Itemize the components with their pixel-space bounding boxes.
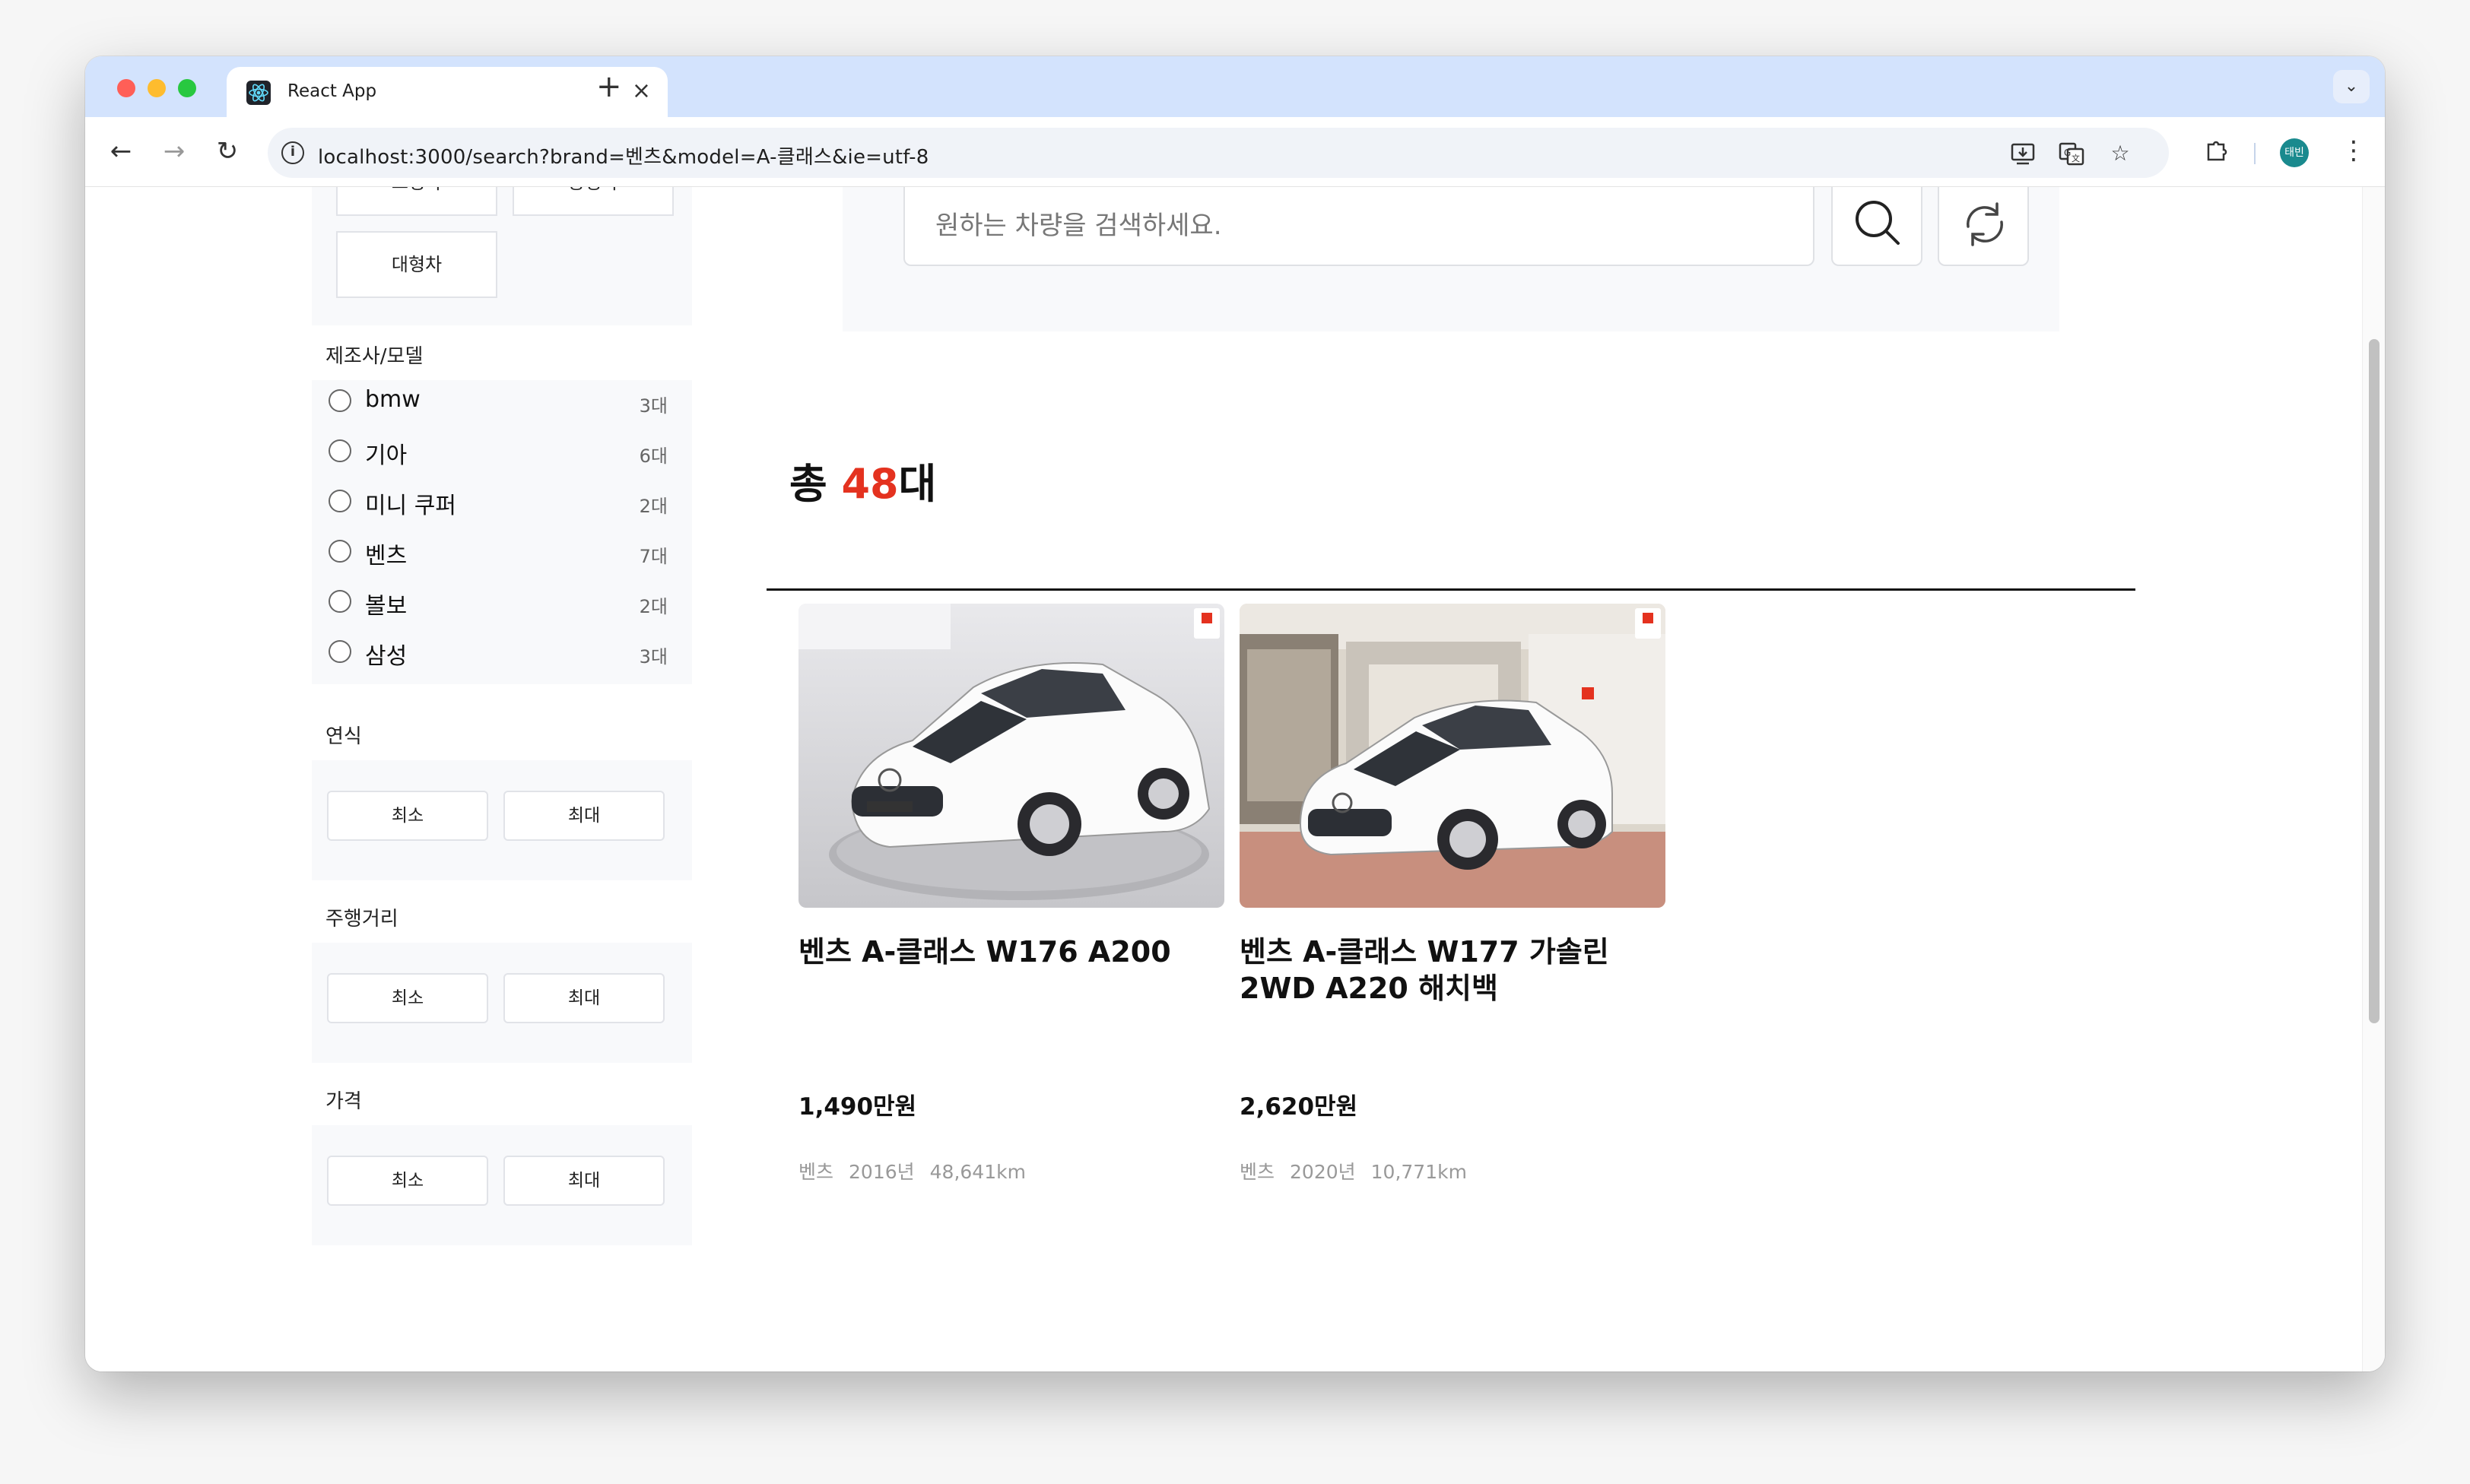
result-divider	[767, 588, 2135, 591]
year-panel: 최소 최대	[312, 760, 692, 880]
white-hatchback-showroom-image	[1240, 604, 1665, 908]
svg-text:文: 文	[2072, 153, 2080, 163]
car-type-small-button[interactable]: 소형차	[336, 187, 497, 216]
brand-name: 볼보	[365, 593, 408, 620]
car-title[interactable]: 벤츠 A-클래스 W177 가솔린 2WD A220 해치백	[1240, 934, 1665, 1007]
new-tab-button[interactable]: +	[596, 71, 622, 102]
car-year: 2016년	[849, 1161, 915, 1183]
install-app-icon[interactable]	[2009, 140, 2037, 167]
car-mileage: 48,641km	[929, 1161, 1026, 1183]
address-bar[interactable]: i localhost:3000/search?brand=벤츠&model=A…	[268, 128, 2169, 178]
minimize-window-button[interactable]	[148, 79, 166, 97]
car-price: 1,490만원	[798, 1093, 917, 1121]
profile-avatar[interactable]: 태빈	[2280, 138, 2309, 167]
brand-option-bmw[interactable]: bmw 3대	[318, 382, 680, 420]
more-menu-icon[interactable]: ⋮	[2341, 135, 2367, 166]
toolbar-divider	[2254, 143, 2256, 164]
radio-button[interactable]	[329, 640, 351, 663]
scrollbar-thumb[interactable]	[2369, 339, 2380, 1023]
brand-option-volvo[interactable]: 볼보 2대	[318, 582, 680, 620]
extensions-puzzle-icon[interactable]	[2204, 137, 2230, 169]
refresh-icon	[1967, 202, 2003, 246]
tab-title: React App	[287, 81, 377, 101]
car-brand: 벤츠	[1240, 1161, 1275, 1183]
search-button[interactable]	[1831, 187, 1922, 266]
site-info-icon[interactable]: i	[281, 141, 304, 164]
search-input[interactable]: 원하는 차량을 검색하세요.	[903, 187, 1814, 266]
url-text[interactable]: localhost:3000/search?brand=벤츠&model=A-클…	[318, 141, 929, 170]
radio-button[interactable]	[329, 439, 351, 462]
price-section-title: 가격	[325, 1090, 362, 1113]
total-count: 48	[841, 460, 899, 508]
price-min-button[interactable]: 최소	[327, 1156, 488, 1206]
svg-text:G: G	[2064, 147, 2071, 158]
radio-button[interactable]	[329, 590, 351, 613]
total-prefix: 총	[789, 460, 842, 508]
car-type-medium-button[interactable]: 중형차	[513, 187, 674, 216]
brand-count: 2대	[639, 596, 668, 617]
car-title[interactable]: 벤츠 A-클래스 W176 A200	[798, 934, 1224, 970]
brand-option-benz[interactable]: 벤츠 7대	[318, 532, 680, 570]
react-icon	[246, 81, 271, 105]
radio-button[interactable]	[329, 490, 351, 512]
brand-name: 벤츠	[365, 543, 408, 569]
mileage-max-button[interactable]: 최대	[503, 973, 665, 1023]
brand-name: 미니 쿠퍼	[365, 493, 456, 519]
maximize-window-button[interactable]	[178, 79, 196, 97]
bookmark-star-icon[interactable]: ☆	[2106, 140, 2134, 167]
forward-arrow-icon[interactable]: →	[155, 132, 193, 170]
mileage-panel: 최소 최대	[312, 943, 692, 1063]
reload-icon[interactable]: ↻	[208, 132, 246, 170]
year-max-button[interactable]: 최대	[503, 791, 665, 841]
translate-icon[interactable]: G文	[2058, 140, 2085, 167]
price-panel: 최소 최대	[312, 1125, 692, 1245]
brand-name: 삼성	[365, 643, 408, 670]
mileage-section-title: 주행거리	[325, 908, 398, 931]
car-photo[interactable]	[1240, 604, 1665, 908]
tab-close-icon[interactable]: ×	[632, 78, 651, 105]
brand-count: 3대	[639, 646, 668, 667]
brand-count: 3대	[639, 395, 668, 417]
back-arrow-icon[interactable]: ←	[102, 132, 140, 170]
car-type-large-button[interactable]: 대형차	[336, 231, 497, 298]
search-icon	[1856, 201, 1900, 245]
year-section-title: 연식	[325, 725, 362, 748]
brand-section-title: 제조사/모델	[325, 345, 424, 368]
tab-strip: React App × + ⌄	[85, 56, 2385, 117]
brand-name: bmw	[365, 386, 421, 413]
page-viewport: 소형차 중형차 대형차 제조사/모델 bmw 3대 기아 6대 미니 쿠퍼 2대…	[85, 187, 2385, 1371]
radio-button[interactable]	[329, 389, 351, 412]
car-brand: 벤츠	[798, 1161, 834, 1183]
page-scrollbar[interactable]	[2362, 187, 2385, 1371]
brand-count: 2대	[639, 496, 668, 517]
reset-button[interactable]	[1938, 187, 2029, 266]
car-meta: 벤츠 2016년 48,641km	[798, 1157, 1041, 1184]
brand-option-kia[interactable]: 기아 6대	[318, 432, 680, 470]
year-min-button[interactable]: 최소	[327, 791, 488, 841]
mileage-min-button[interactable]: 최소	[327, 973, 488, 1023]
brand-count: 6대	[639, 446, 668, 467]
car-photo[interactable]	[798, 604, 1224, 908]
tab-search-chevron-icon[interactable]: ⌄	[2333, 70, 2370, 103]
result-total: 총 48대	[789, 450, 936, 510]
browser-toolbar: ← → ↻ i localhost:3000/search?brand=벤츠&m…	[85, 117, 2385, 187]
car-year: 2020년	[1290, 1161, 1356, 1183]
brand-name: 기아	[365, 442, 408, 469]
brand-option-samsung[interactable]: 삼성 3대	[318, 633, 680, 671]
white-hatchback-image	[798, 604, 1224, 908]
close-window-button[interactable]	[117, 79, 135, 97]
radio-button[interactable]	[329, 540, 351, 563]
total-suffix: 대	[898, 460, 937, 508]
price-max-button[interactable]: 최대	[503, 1156, 665, 1206]
car-price: 2,620만원	[1240, 1093, 1358, 1121]
browser-window: React App × + ⌄ ← → ↻ i localhost:3000/s…	[85, 56, 2385, 1371]
brand-count: 7대	[639, 546, 668, 567]
car-meta: 벤츠 2020년 10,771km	[1240, 1157, 1482, 1184]
brand-option-mini-cooper[interactable]: 미니 쿠퍼 2대	[318, 482, 680, 520]
car-mileage: 10,771km	[1370, 1161, 1467, 1183]
car-type-panel: 소형차 중형차 대형차	[312, 187, 692, 325]
